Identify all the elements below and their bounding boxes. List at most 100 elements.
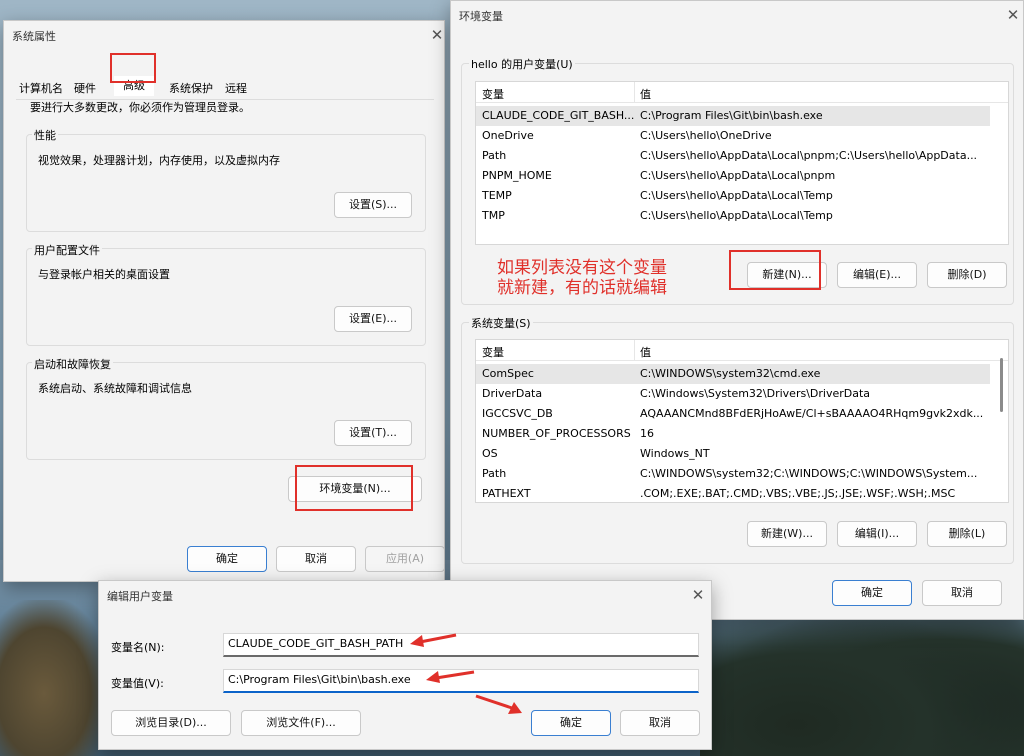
table-row[interactable]: TEMP C:\Users\hello\AppData\Local\Temp [476,186,990,206]
variable-value: C:\WINDOWS\system32\cmd.exe [640,367,821,380]
system-variables-label: 系统变量(S) [469,315,533,331]
user-delete-button[interactable]: 删除(D) [927,262,1007,288]
system-delete-button[interactable]: 删除(L) [927,521,1007,547]
variable-value: 16 [640,427,654,440]
column-divider [634,340,635,360]
list-header: 变量 值 [476,340,1008,361]
variable-name: PATHEXT [482,487,531,500]
variable-name: PNPM_HOME [482,169,552,182]
env-button-highlight [295,465,413,511]
annotation-line-2: 就新建，有的话就编辑 [497,278,667,298]
user-variables-label: hello 的用户变量(U) [469,56,575,72]
variable-value: .COM;.EXE;.BAT;.CMD;.VBS;.VBE;.JS;.JSE;.… [640,487,956,500]
tab-remote[interactable]: 远程 [220,79,252,99]
table-row[interactable]: DriverData C:\Windows\System32\Drivers\Dr… [476,384,990,404]
variable-name: NUMBER_OF_PROCESSORS [482,427,631,440]
user-profiles-settings-button[interactable]: 设置(E)... [334,306,412,332]
variable-name: CLAUDE_CODE_GIT_BASH... [482,109,635,122]
new-button-highlight [729,250,821,290]
variable-name: Path [482,149,507,162]
cancel-button[interactable]: 取消 [276,546,356,572]
variable-name: TMP [482,209,505,222]
system-new-button[interactable]: 新建(W)... [747,521,827,547]
column-divider [634,82,635,102]
table-row[interactable]: ComSpec C:\WINDOWS\system32\cmd.exe [476,364,990,384]
column-header-variable[interactable]: 变量 [482,86,504,102]
variable-name: OneDrive [482,129,534,142]
advanced-tab-highlight [110,53,156,83]
table-row[interactable]: TMP C:\Users\hello\AppData\Local\Temp [476,206,990,226]
variable-name: IGCCSVC_DB [482,407,553,420]
browse-directory-button[interactable]: 浏览目录(D)... [111,710,231,736]
apply-button[interactable]: 应用(A) [365,546,445,572]
user-profiles-label: 用户配置文件 [32,242,102,258]
cancel-button[interactable]: 取消 [620,710,700,736]
table-row[interactable]: OneDrive C:\Users\hello\OneDrive [476,126,990,146]
variable-value: C:\WINDOWS\system32;C:\WINDOWS;C:\WINDOW… [640,467,978,480]
admin-notice: 要进行大多数更改，你必须作为管理员登录。 [30,101,250,114]
variable-name-label: 变量名(N): [111,641,165,654]
ok-button[interactable]: 确定 [832,580,912,606]
arrow-icon [410,633,457,647]
column-header-variable[interactable]: 变量 [482,344,504,360]
close-icon[interactable]: ✕ [1006,8,1020,23]
table-row[interactable]: CLAUDE_CODE_GIT_BASH... C:\Program Files\… [476,106,990,126]
table-row[interactable]: OS Windows_NT [476,444,990,464]
table-row[interactable]: PNPM_HOME C:\Users\hello\AppData\Local\pn… [476,166,990,186]
window-title: 环境变量 [459,10,503,23]
ok-button[interactable]: 确定 [531,710,611,736]
user-profiles-desc: 与登录帐户相关的桌面设置 [38,268,170,281]
variable-name: TEMP [482,189,512,202]
variable-name: Path [482,467,507,480]
column-header-value[interactable]: 值 [640,86,651,102]
table-row[interactable]: PATHEXT .COM;.EXE;.BAT;.CMD;.VBS;.VBE;.JS… [476,484,990,502]
variable-name-field[interactable]: CLAUDE_CODE_GIT_BASH_PATH [223,633,699,657]
column-header-value[interactable]: 值 [640,344,651,360]
tab-system-protection[interactable]: 系统保护 [162,79,220,99]
edit-user-variable-dialog: 编辑用户变量 ✕ 变量名(N): CLAUDE_CODE_GIT_BASH_PA… [98,580,712,750]
close-icon[interactable]: ✕ [691,588,705,603]
system-properties-window: 系统属性 ✕ 计算机名 硬件 高级 系统保护 远程 要进行大多数更改，你必须作为… [3,20,445,582]
close-icon[interactable]: ✕ [430,28,444,43]
user-edit-button[interactable]: 编辑(E)... [837,262,917,288]
environment-variables-window: 环境变量 ✕ hello 的用户变量(U) 变量 值 CLAUDE_CODE_G… [450,0,1024,620]
performance-desc: 视觉效果，处理器计划，内存使用，以及虚拟内存 [38,154,280,167]
tab-computer-name[interactable]: 计算机名 [14,79,68,99]
arrow-icon [475,694,522,714]
annotation-line-1: 如果列表没有这个变量 [497,258,667,278]
dialog-title: 编辑用户变量 [107,590,173,603]
system-variables-list[interactable]: 变量 值 ComSpec C:\WINDOWS\system32\cmd.exe … [475,339,1009,503]
window-title: 系统属性 [12,30,56,43]
background-trees [700,600,1024,756]
background-rocks [0,600,110,756]
performance-settings-button[interactable]: 设置(S)... [334,192,412,218]
table-row[interactable]: Path C:\WINDOWS\system32;C:\WINDOWS;C:\WI… [476,464,990,484]
tab-hardware[interactable]: 硬件 [70,79,100,99]
variable-name: DriverData [482,387,543,400]
cancel-button[interactable]: 取消 [922,580,1002,606]
system-edit-button[interactable]: 编辑(I)... [837,521,917,547]
table-row[interactable]: IGCCSVC_DB AQAAANCMnd8BFdERjHoAwE/Cl+sBAA… [476,404,990,424]
table-row[interactable]: Path C:\Users\hello\AppData\Local\pnpm;C:… [476,146,990,166]
startup-recovery-label: 启动和故障恢复 [32,356,113,372]
variable-value: C:\Users\hello\AppData\Local\pnpm;C:\Use… [640,149,978,162]
variable-value: C:\Users\hello\AppData\Local\pnpm [640,169,836,182]
variable-name: OS [482,447,498,460]
browse-file-button[interactable]: 浏览文件(F)... [241,710,361,736]
list-header: 变量 值 [476,82,1008,103]
variable-value: AQAAANCMnd8BFdERjHoAwE/Cl+sBAAAAO4RHqm9g… [640,407,984,420]
variable-name: ComSpec [482,367,534,380]
scrollbar-thumb[interactable] [1000,358,1003,412]
variable-value: Windows_NT [640,447,710,460]
startup-recovery-settings-button[interactable]: 设置(T)... [334,420,412,446]
ok-button[interactable]: 确定 [187,546,267,572]
user-variables-list[interactable]: 变量 值 CLAUDE_CODE_GIT_BASH... C:\Program F… [475,81,1009,245]
performance-label: 性能 [32,127,58,143]
variable-value-label: 变量值(V): [111,677,164,690]
startup-recovery-desc: 系统启动、系统故障和调试信息 [38,382,192,395]
variable-value: C:\Program Files\Git\bin\bash.exe [640,109,823,122]
table-row[interactable]: NUMBER_OF_PROCESSORS 16 [476,424,990,444]
variable-value: C:\Windows\System32\Drivers\DriverData [640,387,871,400]
arrow-icon [426,670,475,683]
variable-value: C:\Users\hello\OneDrive [640,129,772,142]
